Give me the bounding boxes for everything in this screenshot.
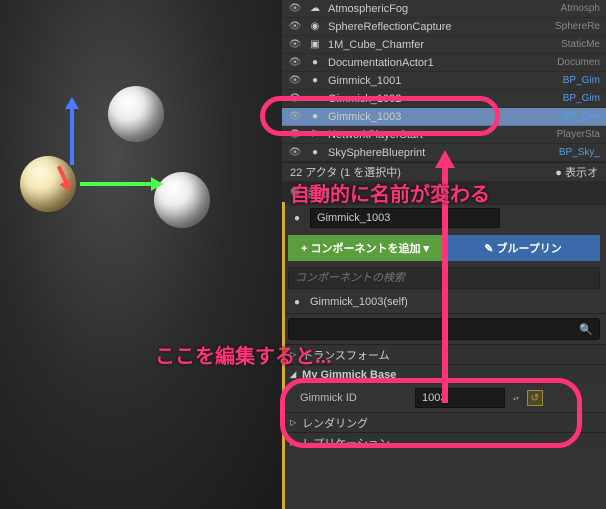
details-panel: 🔍 ▷ トランスフォーム ◢ My Gimmick Base Gimmick I… (282, 313, 606, 452)
actor-type[interactable]: BP_Gim (563, 75, 600, 86)
gizmo-x-axis[interactable] (80, 182, 160, 186)
actor-type[interactable]: BP_Gim (563, 93, 600, 104)
visibility-toggle[interactable]: 👁 (288, 20, 302, 34)
actor-count: 22 アクタ (1 を選択中) (290, 164, 401, 180)
outliner-row[interactable]: 👁 ● Gimmick_1003 BP_Gim (282, 108, 606, 126)
actor-name: AtmosphericFog (328, 3, 555, 15)
visibility-toggle[interactable]: 👁 (288, 56, 302, 70)
details-search[interactable]: 🔍 (288, 318, 600, 340)
component-buttons: + コンポーネントを追加 ▾ ✎ ブループリン (282, 231, 606, 265)
sphere-icon: ● (290, 211, 304, 225)
actor-name: Gimmick_1001 (328, 75, 557, 87)
view-options[interactable]: ● 表示オ (555, 164, 598, 180)
expand-icon: ▷ (290, 350, 296, 359)
category-gimmick-base[interactable]: ◢ My Gimmick Base (282, 364, 606, 384)
mesh-sphere-selected[interactable] (20, 156, 76, 212)
panel-accent-border (282, 202, 285, 509)
outliner-row[interactable]: 👁 ● Gimmick_1001 BP_Gim (282, 72, 606, 90)
property-name: Gimmick ID (300, 392, 405, 404)
visibility-toggle[interactable]: 👁 (288, 92, 302, 106)
viewport-3d[interactable] (0, 0, 282, 509)
outliner-row[interactable]: 👁 ● DocumentationActor1 Documen (282, 54, 606, 72)
world-outliner[interactable]: 👁 ☁ AtmosphericFog Atmosph 👁 ◉ SphereReflectio… (282, 0, 606, 163)
gizmo-z-axis[interactable] (70, 100, 74, 165)
actor-name: NetworkPlayerStart (328, 129, 551, 141)
gimmick-id-input[interactable] (415, 388, 505, 408)
visibility-toggle[interactable]: 👁 (288, 74, 302, 88)
category-label: レンダリング (302, 415, 368, 431)
actor-type-icon: ◉ (308, 20, 322, 34)
category-label: My Gimmick Base (302, 369, 396, 381)
actor-type[interactable]: BP_Sky_ (559, 147, 600, 158)
actor-name: Gimmick_1003 (328, 111, 557, 123)
add-component-button[interactable]: + コンポーネントを追加 ▾ (288, 235, 442, 261)
mesh-sphere[interactable] (108, 86, 164, 142)
actor-type[interactable]: BP_Gim (563, 111, 600, 122)
reset-to-default-button[interactable]: ↺ (527, 390, 543, 406)
actor-name: SkySphereBlueprint (328, 147, 553, 159)
spinner-buttons[interactable]: ▴▾ (509, 389, 523, 407)
category-label: トランスフォーム (302, 347, 389, 363)
visibility-toggle[interactable]: 👁 (288, 110, 302, 124)
actor-name-input[interactable] (310, 208, 500, 228)
search-icon: 🔍 (579, 323, 593, 336)
details-header: 🔍 詳細 (282, 181, 606, 205)
outliner-row[interactable]: 👁 ● Gimmick_1002 BP_Gim (282, 90, 606, 108)
visibility-toggle[interactable]: 👁 (288, 38, 302, 52)
actor-type-icon: ● (308, 56, 322, 70)
expand-icon: ▷ (290, 438, 296, 447)
collapse-icon: ◢ (290, 370, 296, 379)
outliner-row[interactable]: 👁 ☁ AtmosphericFog Atmosph (282, 0, 606, 18)
actor-name: DocumentationActor1 (328, 57, 551, 69)
actor-type: Documen (557, 57, 600, 68)
visibility-toggle[interactable]: 👁 (288, 146, 302, 160)
visibility-toggle[interactable]: 👁 (288, 128, 302, 142)
category-replication[interactable]: ▷ レプリケーション (282, 432, 606, 452)
category-label: レプリケーション (302, 435, 390, 451)
outliner-row[interactable]: 👁 ● SkySphereBlueprint BP_Sky_ (282, 144, 606, 162)
actor-type: StaticMe (561, 39, 600, 50)
actor-type-icon: ● (308, 92, 322, 106)
actor-type: Atmosph (561, 3, 600, 14)
visibility-toggle[interactable]: 👁 (288, 2, 302, 16)
category-rendering[interactable]: ▷ レンダリング (282, 412, 606, 432)
outliner-row[interactable]: 👁 ◉ SphereReflectionCapture SphereRe (282, 18, 606, 36)
component-search-input[interactable] (295, 272, 593, 284)
details-label: 詳細 (308, 185, 330, 201)
search-icon: 🔍 (290, 187, 304, 200)
blueprint-button[interactable]: ✎ ブループリン (446, 235, 600, 261)
actor-name: Gimmick_1002 (328, 93, 557, 105)
actor-name: SphereReflectionCapture (328, 21, 549, 33)
outliner-row[interactable]: 👁 ⚐ NetworkPlayerStart PlayerSta (282, 126, 606, 144)
mesh-sphere[interactable] (154, 172, 210, 228)
component-tree-root[interactable]: ● Gimmick_1003(self) (282, 291, 606, 313)
actor-type-icon: ● (308, 74, 322, 88)
actor-type-icon: ▣ (308, 38, 322, 52)
actor-type-icon: ● (308, 146, 322, 160)
actor-type-icon: ⚐ (308, 128, 322, 142)
actor-type: SphereRe (555, 21, 600, 32)
side-panel: 👁 ☁ AtmosphericFog Atmosph 👁 ◉ SphereReflectio… (282, 0, 606, 509)
actor-type: PlayerSta (557, 129, 600, 140)
actor-type-icon: ● (308, 110, 322, 124)
actor-name-row: ● (282, 205, 606, 231)
component-search[interactable] (288, 267, 600, 289)
sphere-icon: ● (290, 295, 304, 309)
actor-name: 1M_Cube_Chamfer (328, 39, 555, 51)
actor-type-icon: ☁ (308, 2, 322, 16)
outliner-status: 22 アクタ (1 を選択中) ● 表示オ (282, 163, 606, 181)
category-transform[interactable]: ▷ トランスフォーム (282, 344, 606, 364)
property-gimmick-id: Gimmick ID ▴▾ ↺ (282, 384, 606, 412)
root-component-label: Gimmick_1003(self) (310, 296, 408, 308)
outliner-row[interactable]: 👁 ▣ 1M_Cube_Chamfer StaticMe (282, 36, 606, 54)
expand-icon: ▷ (290, 418, 296, 427)
